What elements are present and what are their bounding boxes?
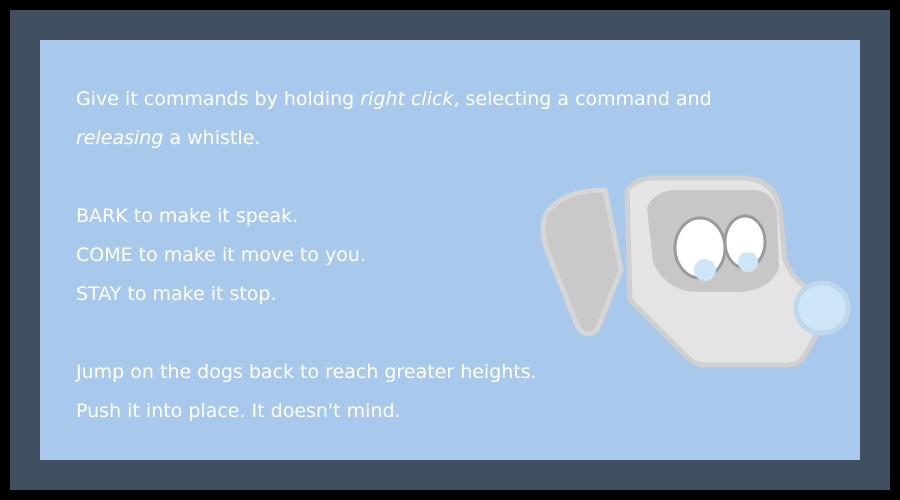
dog-nose	[793, 280, 851, 336]
dog-ear	[540, 187, 624, 337]
commands-line-1: Give it commands by holding right click,…	[76, 88, 712, 110]
dog-left-pupil	[694, 259, 716, 281]
right-click-emphasis: right click	[360, 88, 454, 110]
releasing-emphasis: releasing	[76, 127, 164, 149]
stay-keyword: STAY	[76, 283, 122, 305]
bark-keyword: BARK	[76, 205, 128, 227]
dog-head-icon	[540, 175, 851, 368]
come-keyword: COME	[76, 244, 133, 266]
tutorial-panel: Give it commands by holding right click,…	[40, 40, 860, 460]
push-instruction: Push it into place. It doesn't mind.	[76, 400, 401, 422]
tutorial-frame: Give it commands by holding right click,…	[10, 10, 890, 490]
dog-right-pupil	[738, 252, 758, 272]
